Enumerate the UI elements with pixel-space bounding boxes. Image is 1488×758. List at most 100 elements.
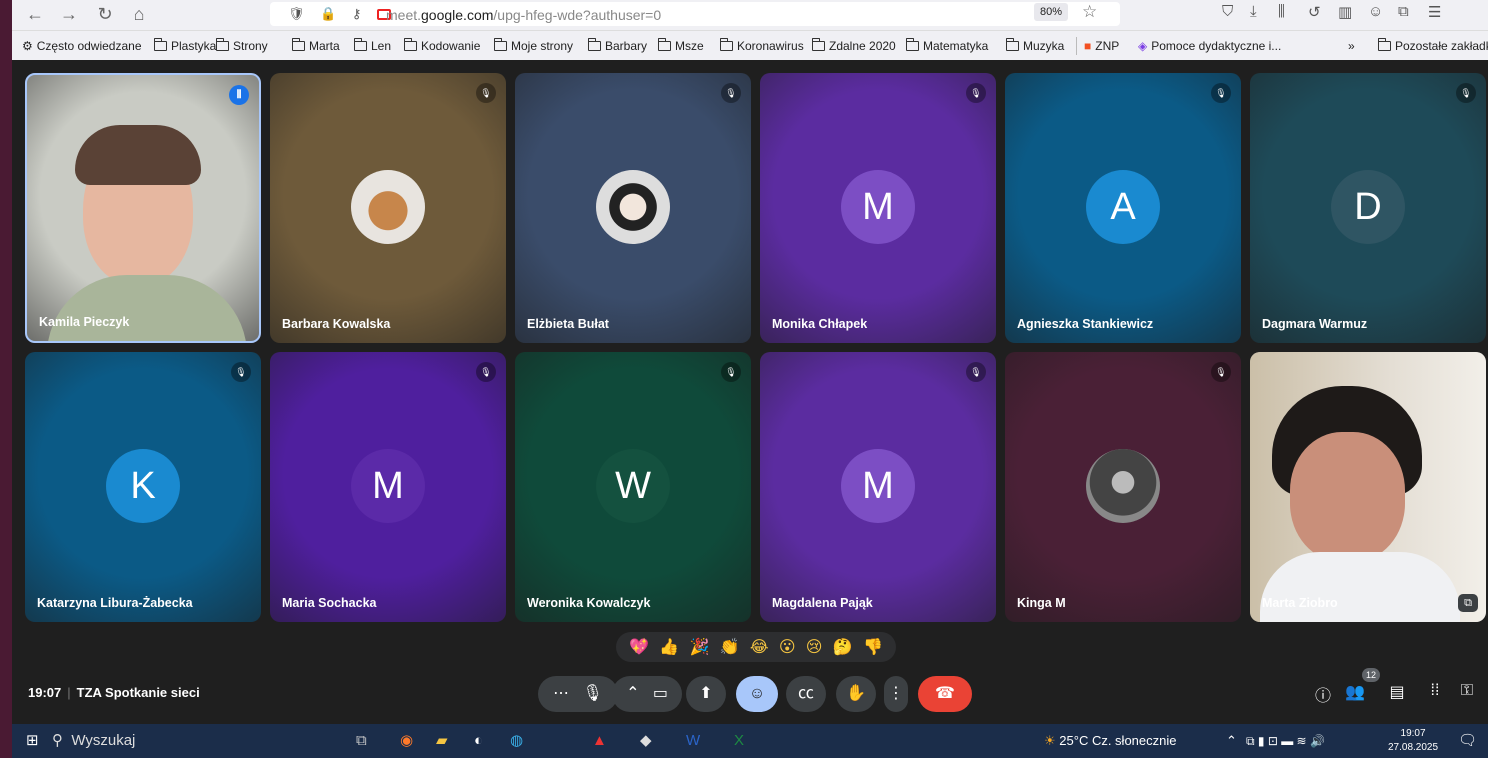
menu-icon[interactable]: ☰ — [1428, 3, 1441, 21]
reaction-emoji[interactable]: 💖 — [629, 637, 649, 657]
home-icon[interactable]: ⌂ — [128, 3, 150, 25]
participant-tile[interactable]: Kinga M 🎙 — [1005, 352, 1241, 622]
bookmark-label: Koronawirus — [737, 39, 804, 53]
reaction-emoji[interactable]: 👍 — [659, 637, 679, 657]
present-button[interactable]: ⬆ — [686, 676, 726, 712]
firefox-icon[interactable]: ◉ — [400, 731, 413, 751]
reload-icon[interactable]: ↻ — [94, 3, 116, 25]
reaction-emoji[interactable]: 😂 — [750, 637, 769, 657]
participant-tile[interactable]: Barbara Kowalska 🎙 — [270, 73, 506, 343]
mic-off-icon: 🎙 — [1211, 362, 1231, 382]
participant-tile[interactable]: M Magdalena Pająk 🎙 — [760, 352, 996, 622]
raise-hand-button[interactable]: ✋ — [836, 676, 876, 712]
bookmark-item[interactable]: Msze — [657, 38, 704, 53]
people-icon[interactable]: 👥 — [1342, 682, 1368, 702]
reaction-emoji[interactable]: 😮 — [779, 637, 796, 657]
bookmark-item[interactable]: Barbary — [587, 38, 648, 53]
picture-in-picture-icon[interactable]: ⧉ — [1458, 594, 1478, 612]
taskbar-search[interactable]: ⚲ Wyszukaj — [52, 728, 332, 754]
tray-chevron-icon[interactable]: ⌃ — [1226, 731, 1237, 751]
acrobat-icon[interactable]: ▲ — [592, 731, 607, 751]
back-icon[interactable]: ← — [24, 3, 46, 25]
word-icon[interactable]: W — [686, 731, 700, 751]
more-options-button[interactable]: ⋮ — [884, 676, 908, 712]
participant-tile[interactable]: Kamila Pieczyk ⦀ — [25, 73, 261, 343]
folder-icon — [493, 38, 507, 51]
bookmark-item[interactable]: Len — [353, 38, 391, 53]
bookmark-item[interactable]: Muzyka — [1005, 38, 1064, 53]
folder-icon — [353, 38, 367, 51]
file-explorer-icon[interactable]: ▰ — [436, 731, 448, 751]
participant-tile[interactable]: D Dagmara Warmuz 🎙 — [1250, 73, 1486, 343]
address-bar[interactable]: 🛡 🔒 ⚷ meet.google.com/upg-hfeg-wde?authu… — [270, 2, 1120, 26]
reaction-emoji[interactable]: 😢 — [806, 637, 823, 657]
participant-tile[interactable]: M Maria Sochacka 🎙 — [270, 352, 506, 622]
camera-icon[interactable]: ▭ — [653, 685, 668, 702]
notifications-icon[interactable]: 🗨 — [1458, 731, 1477, 751]
bookmark-label: Barbary — [605, 39, 648, 53]
bookmark-item[interactable]: Matematyka — [905, 38, 988, 53]
participant-tile[interactable]: A Agnieszka Stankiewicz 🎙 — [1005, 73, 1241, 343]
bookmark-item[interactable]: ⚙ Często odwiedzane — [22, 39, 142, 53]
excel-icon[interactable]: X — [734, 731, 744, 751]
library-icon[interactable]: ⫼ — [1278, 3, 1285, 20]
site-info-icons[interactable]: 🛡 🔒 ⚷ — [288, 6, 392, 22]
participant-tile[interactable]: Elżbieta Bułat 🎙 — [515, 73, 751, 343]
pocket-icon[interactable]: ⛉ — [1222, 3, 1233, 20]
activities-icon[interactable]: ⁞⁞ — [1422, 682, 1448, 700]
account-icon[interactable]: ☺ — [1368, 3, 1383, 20]
zoom-level[interactable]: 80% — [1034, 3, 1069, 21]
meeting-info-icon[interactable]: ⓘ — [1310, 682, 1336, 706]
leave-call-button[interactable]: ☎ — [918, 676, 972, 712]
bookmark-item[interactable]: Marta — [291, 38, 340, 53]
bookmark-item[interactable]: ◈ Pomoce dydaktyczne i... — [1138, 39, 1281, 53]
bookmark-item[interactable]: Kodowanie — [403, 38, 480, 53]
microphone-icon[interactable]: 🎙 — [583, 685, 603, 702]
participant-tile[interactable]: Marta Ziobro ⧉ — [1250, 352, 1486, 622]
participant-avatar-photo — [1086, 449, 1160, 523]
edge-icon[interactable]: ◍ — [510, 731, 523, 751]
app-icon[interactable]: ◐ — [474, 731, 483, 751]
clock-date: 27.08.2025 — [1388, 742, 1439, 753]
end-call-icon: ☎ — [935, 685, 955, 702]
participant-name: Barbara Kowalska — [282, 317, 391, 331]
bookmarks-overflow-chevron-icon[interactable]: » — [1348, 39, 1355, 53]
extensions-icon[interactable]: ⧉ — [1398, 3, 1409, 20]
reactions-button[interactable]: ☺ — [736, 676, 778, 712]
bookmark-label: Plastyka — [171, 39, 217, 53]
history-icon[interactable]: ↺ — [1308, 3, 1321, 21]
weather-widget[interactable]: ☀ 25°C Cz. słonecznie — [1044, 731, 1176, 751]
participant-tile[interactable]: M Monika Chłapek 🎙 — [760, 73, 996, 343]
bookmark-item[interactable]: Moje strony — [493, 38, 573, 53]
reaction-emoji[interactable]: 🎉 — [690, 637, 710, 657]
participant-tile[interactable]: K Katarzyna Libura-Żabecka 🎙 — [25, 352, 261, 622]
tray-icons[interactable]: ⧉ ▮ ⊡ ▬ ≋ 🔊 — [1246, 731, 1325, 751]
chevron-up-icon[interactable]: ⌃ — [626, 685, 639, 702]
forward-icon[interactable]: → — [58, 3, 80, 25]
bookmark-star-icon[interactable]: ☆ — [1082, 2, 1097, 22]
windows-start-icon[interactable]: ⊞ — [26, 731, 39, 751]
reaction-emoji[interactable]: 🤔 — [833, 637, 853, 657]
inkscape-icon[interactable]: ◆ — [640, 731, 652, 751]
participant-tile[interactable]: W Weronika Kowalczyk 🎙 — [515, 352, 751, 622]
reaction-emoji[interactable]: 👏 — [720, 637, 740, 657]
task-view-icon[interactable]: ⧉ — [356, 731, 367, 751]
bookmark-item[interactable]: Koronawirus — [719, 38, 804, 53]
taskbar-clock[interactable]: 19:07 27.08.2025 — [1388, 727, 1438, 755]
bookmark-item[interactable]: Strony — [215, 38, 268, 53]
more-audio-options-icon[interactable]: ⋯ — [553, 685, 569, 702]
host-controls-icon[interactable]: ⚿ — [1454, 682, 1480, 700]
captions-button[interactable]: ㏄ — [786, 676, 826, 712]
other-bookmarks[interactable]: Pozostałe zakładki — [1377, 38, 1488, 53]
download-icon[interactable]: ⤓ — [1250, 3, 1257, 20]
folder-icon — [291, 38, 305, 51]
bookmark-label: Msze — [675, 39, 704, 53]
chat-icon[interactable]: ▤ — [1384, 682, 1410, 702]
meet-window: Kamila Pieczyk ⦀ Barbara Kowalska 🎙 Elżbieta… — [12, 60, 1488, 724]
sidebar-icon[interactable]: ▥ — [1338, 3, 1352, 21]
bookmark-item[interactable]: Zdalne 2020 — [811, 38, 896, 53]
bookmark-item[interactable]: ■ ZNP — [1084, 39, 1119, 53]
url-text[interactable]: meet.google.com/upg-hfeg-wde?authuser=0 — [386, 7, 661, 23]
bookmark-item[interactable]: Plastyka — [153, 38, 217, 53]
reaction-emoji[interactable]: 👎 — [863, 637, 883, 657]
